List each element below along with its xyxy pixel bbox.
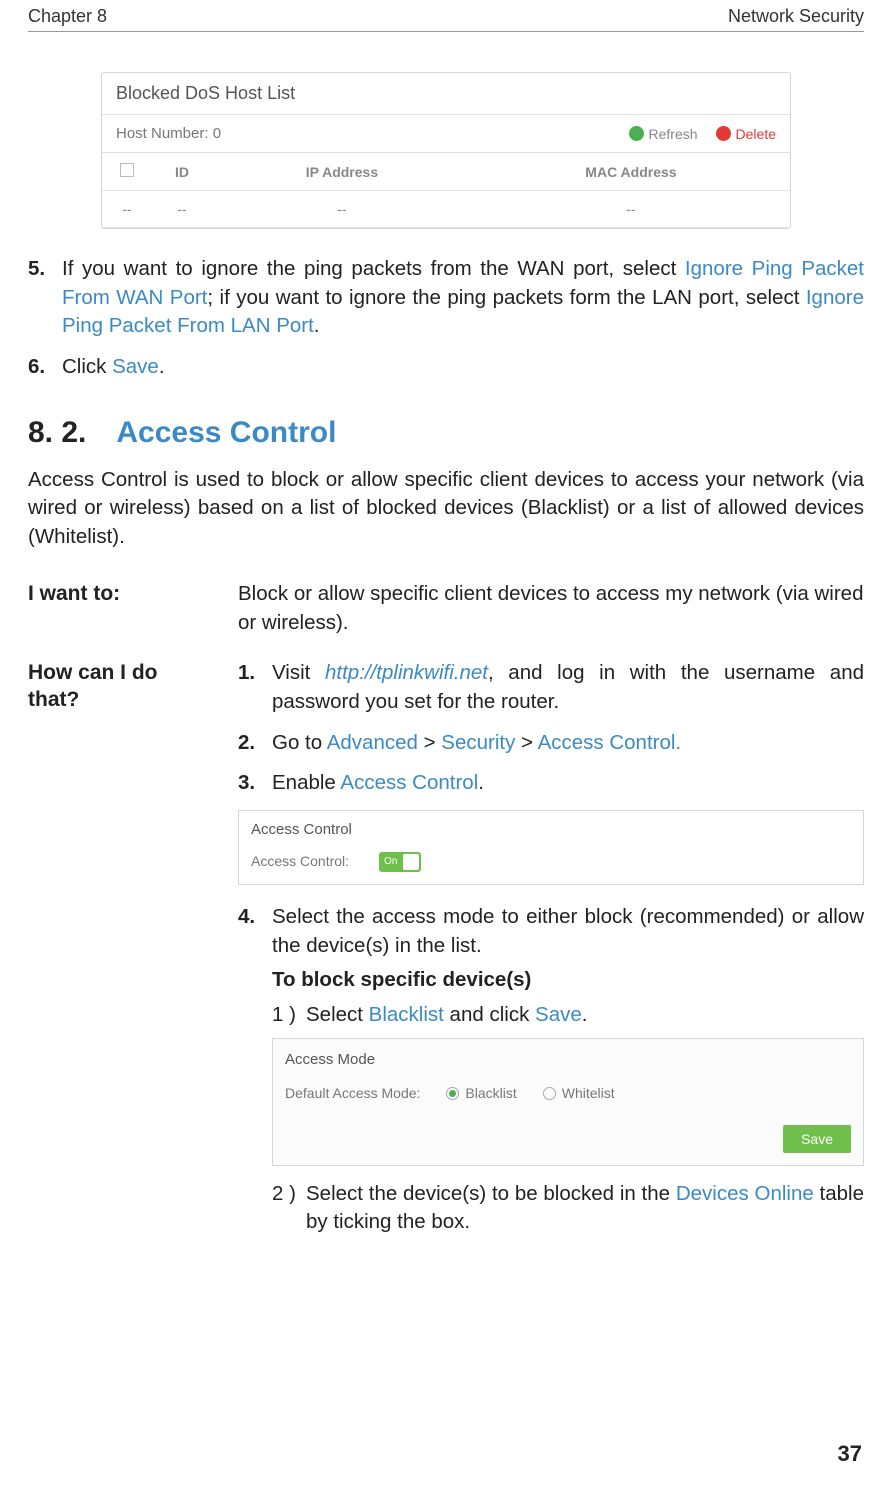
refresh-button[interactable]: Refresh — [629, 126, 698, 142]
step-number: 2. — [238, 729, 272, 758]
sub-step-2: 2 ) Select the device(s) to be blocked i… — [272, 1180, 864, 1237]
select-all-checkbox[interactable] — [120, 163, 134, 177]
step-number: 3. — [238, 769, 272, 798]
fig2-title: Access Control — [251, 819, 851, 840]
how-step-4-wrap: 4. Select the access mode to either bloc… — [238, 903, 864, 1237]
radio-dot-icon — [543, 1087, 556, 1100]
radio-whitelist[interactable]: Whitelist — [543, 1084, 615, 1104]
cell: -- — [472, 191, 790, 228]
i-want-to-label: I want to: — [28, 580, 208, 637]
radio-dot-icon — [446, 1087, 459, 1100]
i-want-to-block: I want to: Block or allow specific clien… — [28, 580, 864, 637]
access-control-figure: Access Control Access Control: On — [238, 810, 864, 885]
i-want-to-body: Block or allow specific client devices t… — [238, 580, 864, 637]
section-intro: Access Control is used to block or allow… — [28, 466, 864, 552]
nav-advanced: Advanced — [327, 731, 418, 754]
sub-steps-2: 2 ) Select the device(s) to be blocked i… — [272, 1180, 864, 1237]
access-control-link: Access Control — [340, 771, 478, 794]
radio-blacklist-label: Blacklist — [465, 1084, 516, 1104]
step-number: 5. — [28, 255, 62, 341]
nav-security: Security — [441, 731, 515, 754]
how-step-2: 2. Go to Advanced > Security > Access Co… — [238, 729, 864, 758]
save-link: Save — [535, 1003, 582, 1026]
header-left: Chapter 8 — [28, 6, 107, 27]
access-control-row-label: Access Control: — [251, 852, 349, 872]
how-step-1: 1. Visit http://tplinkwifi.net, and log … — [238, 659, 864, 716]
header-right: Network Security — [728, 6, 864, 27]
cell: -- — [102, 191, 152, 228]
blacklist-link: Blacklist — [369, 1003, 444, 1026]
step-number: 1. — [238, 659, 272, 716]
sub-step-number: 2 ) — [272, 1180, 306, 1237]
devices-online-link: Devices Online — [676, 1182, 814, 1205]
sub-step-1: 1 ) Select Blacklist and click Save. — [272, 1001, 864, 1030]
section-number: 8. 2. — [28, 416, 86, 449]
fig3-title: Access Mode — [285, 1049, 851, 1070]
access-control-toggle[interactable]: On — [379, 852, 421, 872]
delete-button[interactable]: Delete — [716, 126, 776, 142]
section-heading: 8. 2. Access Control — [28, 416, 864, 450]
step-text: Visit http://tplinkwifi.net, and log in … — [272, 659, 864, 716]
to-block-heading: To block specific device(s) — [272, 966, 864, 995]
sub-step-text: Select Blacklist and click Save. — [306, 1001, 587, 1030]
delete-icon — [716, 126, 731, 141]
col-ip: IP Address — [212, 153, 472, 191]
step-number: 6. — [28, 353, 62, 382]
col-id: ID — [152, 153, 212, 191]
default-access-mode-label: Default Access Mode: — [285, 1084, 420, 1104]
page-number: 37 — [838, 1441, 862, 1467]
col-mac: MAC Address — [472, 153, 790, 191]
step-text: Select the access mode to either block (… — [272, 903, 864, 960]
sub-step-text: Select the device(s) to be blocked in th… — [306, 1180, 864, 1237]
blocked-dos-host-list-figure: Blocked DoS Host List Host Number: 0 Ref… — [101, 72, 791, 229]
sub-steps: 1 ) Select Blacklist and click Save. — [272, 1001, 864, 1030]
cell: -- — [212, 191, 472, 228]
nav-access-control: Access Control. — [538, 731, 682, 754]
refresh-icon — [629, 126, 644, 141]
save-button[interactable]: Save — [783, 1125, 851, 1153]
toggle-on-label: On — [384, 855, 397, 869]
delete-label: Delete — [736, 126, 776, 142]
fig1-title: Blocked DoS Host List — [102, 73, 790, 115]
step-text: Click Save. — [62, 353, 165, 382]
step-6: 6. Click Save. — [28, 353, 864, 382]
section-title: Access Control — [116, 416, 336, 449]
how-can-i-label: How can I do that? — [28, 659, 208, 1249]
table-row: -- -- -- -- — [102, 191, 790, 228]
step-5: 5. If you want to ignore the ping packet… — [28, 255, 864, 341]
page-header: Chapter 8 Network Security — [28, 0, 864, 32]
step-text: Go to Advanced > Security > Access Contr… — [272, 729, 681, 758]
how-can-i-block: How can I do that? 1. Visit http://tplin… — [28, 659, 864, 1249]
host-number-label: Host Number: 0 — [116, 125, 221, 142]
step-number: 4. — [238, 903, 272, 960]
steps-5-6: 5. If you want to ignore the ping packet… — [28, 255, 864, 382]
how-steps: 1. Visit http://tplinkwifi.net, and log … — [238, 659, 864, 798]
radio-whitelist-label: Whitelist — [562, 1084, 615, 1104]
tplink-url-link[interactable]: http://tplinkwifi.net — [325, 661, 488, 684]
step-text: If you want to ignore the ping packets f… — [62, 255, 864, 341]
cell: -- — [152, 191, 212, 228]
how-step-4: 4. Select the access mode to either bloc… — [238, 903, 864, 1237]
sub-step-number: 1 ) — [272, 1001, 306, 1030]
radio-blacklist[interactable]: Blacklist — [446, 1084, 516, 1104]
save-link: Save — [112, 355, 159, 378]
refresh-label: Refresh — [649, 126, 698, 142]
how-step-3: 3. Enable Access Control. — [238, 769, 864, 798]
dos-host-table: ID IP Address MAC Address -- -- -- -- — [102, 153, 790, 228]
table-header-row: ID IP Address MAC Address — [102, 153, 790, 191]
access-mode-figure: Access Mode Default Access Mode: Blackli… — [272, 1038, 864, 1166]
step-text: Enable Access Control. — [272, 769, 484, 798]
